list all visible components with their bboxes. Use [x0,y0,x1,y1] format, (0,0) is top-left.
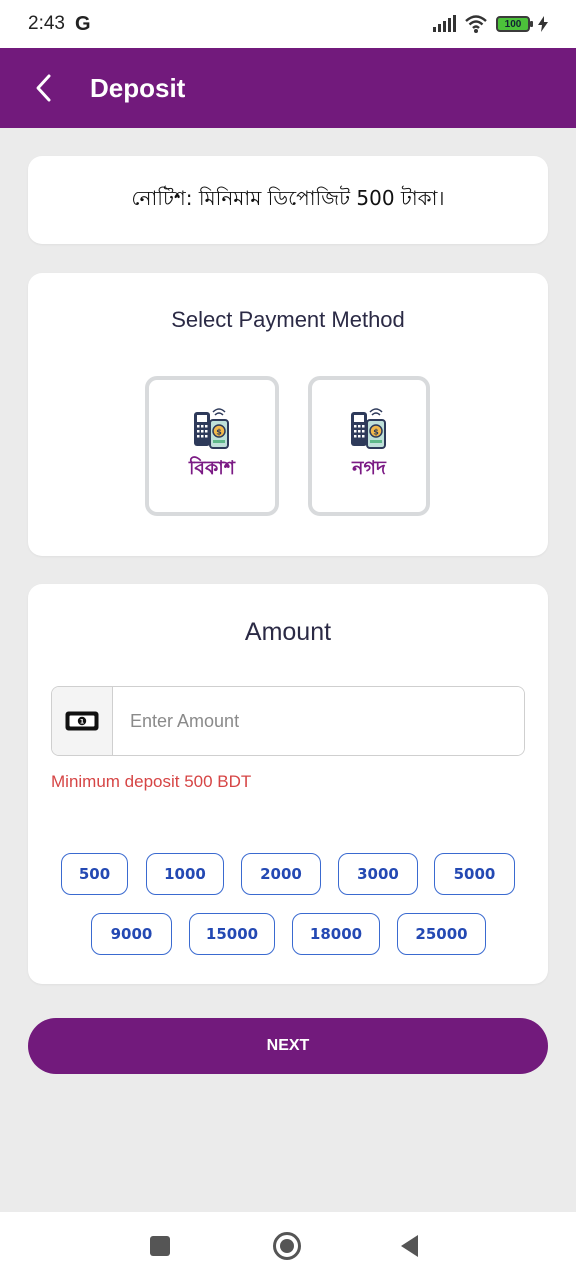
signal-icon [433,15,456,32]
status-time: 2:43 [28,13,65,34]
payment-terminal-icon: $ [194,408,229,449]
svg-text:$: $ [216,428,222,437]
money-icon-box: 1 [52,687,113,755]
battery-level: 100 [504,18,522,30]
google-icon: G [74,12,91,35]
payment-method-nagad[interactable]: $ নগদ [308,376,430,516]
payment-method-label: নগদ [352,457,386,479]
app-bar: Deposit [0,48,576,128]
page-title: Deposit [90,72,186,103]
min-deposit-hint: Minimum deposit 500 BDT [51,772,252,791]
amount-preset-3000[interactable]: 3000 [338,853,418,895]
amount-preset-9000[interactable]: 9000 [91,913,172,955]
amount-preset-1000[interactable]: 1000 [146,853,224,895]
money-icon: 1 [65,711,99,731]
payment-terminal-icon: $ [351,408,386,449]
amount-card: Amount 1 Minimum deposit 500 BDT 500 100… [28,584,548,984]
back-nav-icon[interactable] [398,1234,422,1258]
amount-input-group: 1 [51,686,525,756]
amount-preset-15000[interactable]: 15000 [189,913,275,955]
amount-preset-500[interactable]: 500 [61,853,128,895]
amount-input[interactable] [113,687,524,755]
amount-preset-5000[interactable]: 5000 [434,853,515,895]
wifi-icon [465,15,487,33]
payment-method-bkash[interactable]: $ বিকাশ [145,376,279,516]
amount-preset-25000[interactable]: 25000 [397,913,486,955]
next-button[interactable]: NEXT [28,1018,548,1074]
recent-apps-icon[interactable] [148,1234,172,1258]
amount-preset-2000[interactable]: 2000 [241,853,321,895]
notice-card: নোটিশ: মিনিমাম ডিপোজিট 500 টাকা। [28,156,548,244]
system-nav-bar [0,1212,576,1280]
amount-preset-18000[interactable]: 18000 [292,913,380,955]
notice-text: নোটিশ: মিনিমাম ডিপোজিট 500 টাকা। [131,185,445,210]
battery-icon: 100 [496,16,533,32]
status-bar: 2:43 G 100 [0,0,576,48]
payment-method-card: Select Payment Method $ বিকাশ $ নগদ [28,273,548,556]
home-icon[interactable] [272,1231,302,1261]
svg-text:1: 1 [80,718,85,726]
status-indicators: 100 [432,14,548,34]
back-button[interactable] [24,68,64,108]
svg-text:$: $ [373,428,379,437]
payment-method-label: বিকাশ [188,457,236,479]
amount-title: Amount [244,618,332,646]
payment-method-title: Select Payment Method [171,307,405,332]
charging-icon [538,16,548,32]
chevron-left-icon [36,74,51,102]
